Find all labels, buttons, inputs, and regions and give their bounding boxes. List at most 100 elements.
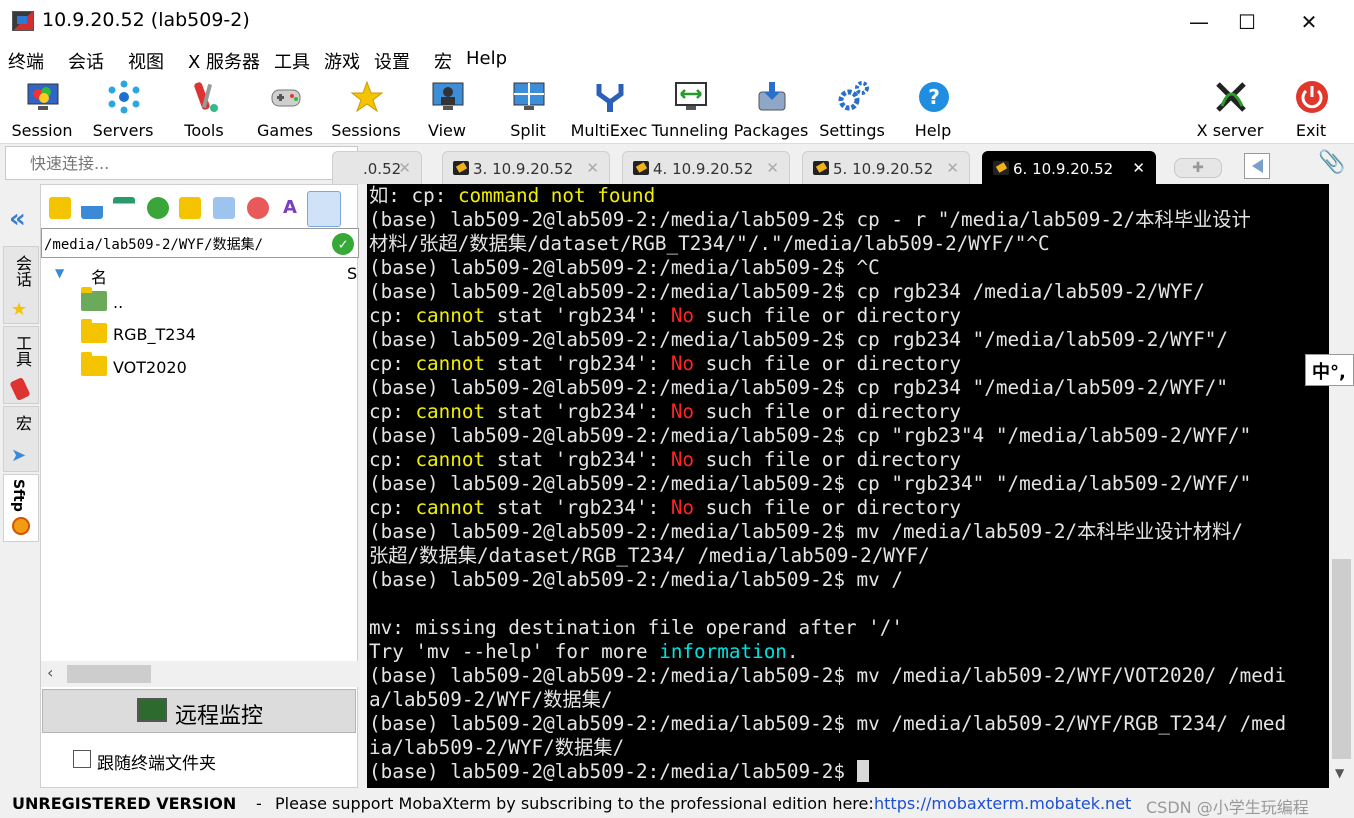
checkmark-icon[interactable]: ✓ — [332, 233, 354, 255]
terminal-text: (base) lab509-2@lab509-2:/media/lab509-2… — [369, 376, 1229, 399]
tools-icon — [194, 82, 218, 112]
star-icon — [350, 80, 384, 113]
upload-icon[interactable] — [113, 197, 135, 219]
quick-connect-input[interactable]: 快速连接... — [5, 146, 358, 180]
wrench-icon — [813, 161, 829, 175]
column-size-header[interactable]: S — [347, 264, 357, 283]
tab-label: 6. 10.9.20.52 — [1013, 160, 1114, 178]
terminal-text: 材料/张超/数据集/dataset/RGB_T234/"/."/media/la… — [369, 232, 1050, 255]
terminal-text: . — [786, 640, 799, 663]
session-tab-2[interactable]: .0.52 ✕ — [332, 151, 422, 184]
terminal-text: cp: — [369, 352, 416, 375]
side-tab-sessions[interactable]: 会话 ★ — [3, 246, 39, 324]
terminal-line: (base) lab509-2@lab509-2:/media/lab509-2… — [369, 568, 903, 592]
tab-label: 3. 10.9.20.52 — [473, 160, 574, 178]
terminal-text: No — [670, 352, 695, 375]
tab-close-icon[interactable]: ✕ — [586, 159, 599, 177]
tab-label: 4. 10.9.20.52 — [653, 160, 754, 178]
multiexec-button[interactable]: MultiExec — [569, 78, 649, 140]
menu-settings[interactable]: 设置 — [374, 48, 410, 74]
split-button[interactable]: Split — [488, 78, 568, 140]
games-label: Games — [257, 121, 313, 140]
paperclip-icon[interactable]: 📎 — [1318, 150, 1345, 175]
xserver-label: X server — [1196, 121, 1264, 140]
side-tab-sftp[interactable]: Sftp — [3, 474, 39, 542]
text-editor-icon[interactable] — [307, 191, 341, 227]
side-tab-label: 工具 — [13, 335, 32, 367]
side-tab-tools[interactable]: 工具 — [3, 326, 39, 404]
view-button[interactable]: View — [407, 78, 487, 140]
terminal-line: cp: cannot stat 'rgb234': No such file o… — [369, 496, 961, 520]
menu-help[interactable]: Help — [466, 48, 507, 69]
new-folder-icon[interactable] — [179, 197, 201, 219]
side-tab-label: 会话 — [13, 255, 32, 287]
tab-scroll-left-button[interactable] — [1244, 153, 1270, 179]
collapse-panel-icon[interactable]: « — [9, 204, 26, 234]
file-row-rgb-t234[interactable]: RGB_T234 — [81, 319, 341, 349]
xserver-button[interactable]: X server — [1190, 78, 1270, 140]
follow-terminal-checkbox[interactable] — [73, 750, 91, 768]
side-tab-label: 宏 — [13, 415, 32, 431]
menu-sessions[interactable]: 会话 — [68, 48, 104, 74]
tab-close-icon[interactable]: ✕ — [398, 159, 411, 177]
column-name-header[interactable]: 名 — [91, 264, 107, 288]
minimize-button[interactable]: — — [1176, 4, 1222, 40]
scroll-down-icon[interactable]: ▼ — [1335, 766, 1344, 780]
download-icon[interactable] — [81, 197, 103, 219]
tab-close-icon[interactable]: ✕ — [946, 159, 959, 177]
ime-indicator[interactable]: 中°, — [1305, 354, 1354, 386]
menu-tools[interactable]: 工具 — [274, 48, 310, 74]
maximize-button[interactable]: ☐ — [1224, 4, 1270, 40]
tab-close-icon[interactable]: ✕ — [766, 159, 779, 177]
remote-monitoring-button[interactable]: 远程监控 — [42, 689, 356, 733]
delete-icon[interactable] — [247, 197, 269, 219]
mobatek-link[interactable]: https://mobaxterm.mobatek.net — [874, 794, 1131, 813]
servers-label: Servers — [92, 121, 154, 140]
servers-button[interactable]: Servers — [83, 78, 163, 140]
new-tab-button[interactable]: ✚ — [1174, 158, 1222, 178]
help-button[interactable]: ? Help — [893, 78, 973, 140]
side-tab-macros[interactable]: 宏 ➤ — [3, 406, 39, 472]
scrollbar-thumb[interactable] — [67, 665, 151, 683]
tools-button[interactable]: Tools — [164, 78, 244, 140]
file-row-vot2020[interactable]: VOT2020 — [81, 352, 341, 382]
packages-button[interactable]: Packages — [731, 78, 811, 140]
session-tab-4[interactable]: 4. 10.9.20.52 ✕ — [622, 151, 790, 184]
terminal-line: 材料/张超/数据集/dataset/RGB_T234/"/."/media/la… — [369, 232, 1050, 256]
games-button[interactable]: Games — [245, 78, 325, 140]
sessions-button[interactable]: Sessions — [326, 78, 406, 140]
terminal-scrollbar[interactable]: ▼ — [1329, 184, 1354, 788]
exit-button[interactable]: Exit — [1271, 78, 1351, 140]
horizontal-scrollbar[interactable]: ‹ — [41, 661, 359, 687]
menu-games[interactable]: 游戏 — [324, 48, 360, 74]
tab-close-icon[interactable]: ✕ — [1132, 159, 1145, 177]
sort-down-icon[interactable]: ▼ — [55, 266, 64, 280]
terminal[interactable]: 如: cp: command not found (base) lab509-2@… — [367, 184, 1329, 788]
parent-folder-icon[interactable] — [49, 197, 71, 219]
terminal-line: mv: missing destination file operand aft… — [369, 616, 903, 640]
rename-icon[interactable]: A — [279, 197, 301, 219]
sftp-path-input[interactable]: /media/lab509-2/WYF/数据集/ ✓ — [41, 228, 359, 258]
session-tab-3[interactable]: 3. 10.9.20.52 ✕ — [442, 151, 610, 184]
menu-terminal[interactable]: 终端 — [8, 48, 44, 74]
session-tab-5[interactable]: 5. 10.9.20.52 ✕ — [802, 151, 970, 184]
settings-button[interactable]: Settings — [812, 78, 892, 140]
session-button[interactable]: Session — [2, 78, 82, 140]
menu-xserver[interactable]: X 服务器 — [188, 48, 260, 74]
scroll-left-icon[interactable]: ‹ — [47, 663, 53, 682]
session-label: Session — [11, 121, 73, 140]
sftp-icon — [12, 517, 30, 535]
terminal-line: (base) lab509-2@lab509-2:/media/lab509-2… — [369, 280, 1205, 304]
scrollbar-thumb[interactable] — [1332, 559, 1351, 759]
games-icon — [271, 89, 301, 107]
menu-macros[interactable]: 宏 — [434, 48, 452, 74]
close-button[interactable]: ✕ — [1286, 4, 1332, 40]
terminal-text: such file or directory — [694, 352, 962, 375]
menu-view[interactable]: 视图 — [128, 48, 164, 74]
terminal-text: (base) lab509-2@lab509-2:/media/lab509-2… — [369, 472, 1252, 495]
session-tab-6[interactable]: 6. 10.9.20.52 ✕ — [982, 151, 1156, 184]
refresh-icon[interactable] — [147, 197, 169, 219]
terminal-line: Try 'mv --help' for more information. — [369, 640, 799, 664]
new-file-icon[interactable] — [213, 197, 235, 219]
tunneling-button[interactable]: Tunneling — [650, 78, 730, 140]
